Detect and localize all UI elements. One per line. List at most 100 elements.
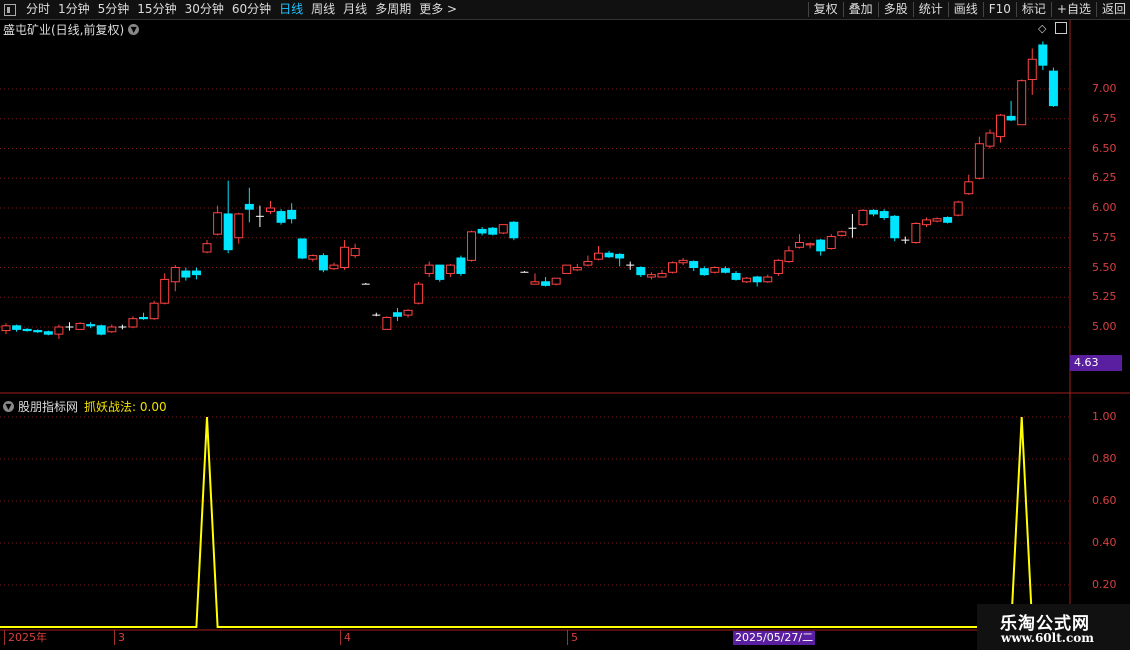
date-highlight: 2025/05/27/二	[733, 631, 816, 645]
window-toggle-icon[interactable]	[1055, 22, 1067, 34]
candle-body	[752, 276, 762, 283]
price-tick-label: 5.25	[1092, 290, 1117, 304]
candle-body	[816, 239, 826, 252]
candle-body	[244, 203, 254, 210]
candle-body	[996, 114, 1006, 138]
price-tick-label: 6.00	[1092, 201, 1117, 214]
toolbar-action-button[interactable]: F10	[985, 0, 1015, 19]
candle-body	[128, 318, 138, 328]
candle-body	[551, 277, 561, 285]
candle-body	[139, 316, 149, 320]
right-info-strip	[1121, 20, 1130, 640]
toolbar-action-button[interactable]: 标记	[1018, 0, 1050, 19]
period-tab[interactable]: 多周期	[371, 0, 415, 19]
indicator-tick-label: 0.20	[1092, 578, 1117, 591]
candle-body	[54, 326, 64, 335]
candle-body	[657, 272, 667, 278]
candle-body	[742, 277, 752, 283]
candle-body	[890, 215, 900, 239]
price-tick-label: 5.00	[1092, 320, 1117, 333]
toolbar-action-button[interactable]: 返回	[1098, 0, 1130, 19]
price-tick-label: 5.75	[1092, 230, 1117, 244]
candle-body	[340, 246, 350, 269]
toolbar-action-button[interactable]: 统计	[915, 0, 947, 19]
candle-body	[488, 227, 498, 235]
toolbar-action-button[interactable]: 叠加	[845, 0, 877, 19]
candle-body	[435, 264, 445, 280]
action-buttons: 复权 叠加 多股 统计 画线 F10 标记 +自选 返回	[807, 0, 1130, 19]
signal-line	[0, 416, 1070, 628]
candle-body	[266, 207, 275, 213]
candle-body	[795, 242, 804, 248]
candle-body	[276, 211, 286, 223]
candle-body	[414, 283, 424, 304]
period-tab[interactable]: 分时	[22, 0, 54, 19]
candle-body	[763, 276, 773, 283]
indicator-tick-label: 0.80	[1092, 452, 1117, 465]
last-price-tag: 4.63	[1070, 355, 1122, 371]
toolbar-separator	[807, 2, 809, 17]
candle-body	[720, 268, 730, 273]
candle-body	[181, 270, 191, 278]
candle-body	[710, 267, 720, 273]
candle-body	[318, 255, 328, 271]
candle-body	[403, 309, 413, 316]
candle-body	[96, 325, 106, 335]
toolbar-action-button[interactable]: 复权	[810, 0, 842, 19]
period-tab[interactable]: 1分钟	[54, 0, 94, 19]
indicator-title: ▼ 股朋指标网 抓妖战法: 0.00	[3, 398, 167, 415]
candle-body	[646, 274, 656, 278]
candle-body	[297, 238, 307, 259]
period-tab[interactable]: 周线	[307, 0, 339, 19]
chevron-down-icon[interactable]: ▼	[128, 24, 140, 35]
candle-body	[170, 267, 180, 283]
chevron-down-icon[interactable]: ▼	[3, 401, 14, 412]
panel-toggle-icon[interactable]	[4, 3, 16, 16]
candle-body	[689, 261, 699, 268]
candle-body	[1027, 58, 1037, 80]
diamond-icon[interactable]: ◇	[1038, 22, 1046, 35]
price-tick-label: 6.50	[1092, 141, 1117, 155]
candle-body	[75, 322, 85, 330]
period-tab[interactable]: 30分钟	[181, 0, 228, 19]
candle-body	[869, 209, 879, 215]
period-tab[interactable]: 60分钟	[228, 0, 275, 19]
indicator-name: 股朋指标网	[18, 400, 79, 414]
candle-body	[149, 302, 159, 320]
period-tab[interactable]: 更多 >	[415, 0, 461, 19]
period-tab[interactable]: 月线	[339, 0, 371, 19]
candle-body	[382, 316, 392, 330]
candle-body	[191, 270, 201, 276]
candle-body	[329, 264, 339, 270]
price-tick-label: 5.50	[1092, 260, 1117, 274]
candle-body	[308, 255, 318, 260]
toolbar-action-button[interactable]: 画线	[950, 0, 982, 19]
candle-body	[615, 253, 625, 259]
candle-body	[572, 267, 582, 271]
candle-body	[678, 259, 688, 264]
candle-body	[467, 231, 477, 261]
period-tab[interactable]: 15分钟	[133, 0, 180, 19]
price-tick-label: 7.00	[1092, 82, 1117, 95]
stock-title: 盛屯矿业(日线,前复权) ▼	[3, 21, 140, 38]
toolbar-separator	[947, 2, 949, 17]
date-tick-label: 4	[340, 630, 351, 645]
candle-body	[86, 324, 96, 327]
period-tab[interactable]: 5分钟	[94, 0, 134, 19]
candle-body	[350, 247, 360, 257]
date-tick-label: 3	[114, 630, 125, 645]
toolbar-action-button[interactable]: 多股	[880, 0, 912, 19]
candle-body	[1048, 70, 1058, 107]
price-tick-label: 6.75	[1092, 111, 1117, 125]
candle-body	[731, 272, 741, 280]
candle-body	[456, 257, 466, 274]
period-tab[interactable]: 日线	[275, 0, 307, 19]
candle-body	[1017, 80, 1027, 126]
candle-body	[530, 281, 540, 285]
candle-body	[392, 312, 402, 317]
candle-body	[773, 259, 783, 274]
toolbar-action-button[interactable]: +自选	[1053, 0, 1095, 19]
indicator-tick-label: 0.40	[1092, 536, 1117, 549]
candle-body	[1006, 115, 1016, 121]
candle-body	[22, 328, 32, 332]
